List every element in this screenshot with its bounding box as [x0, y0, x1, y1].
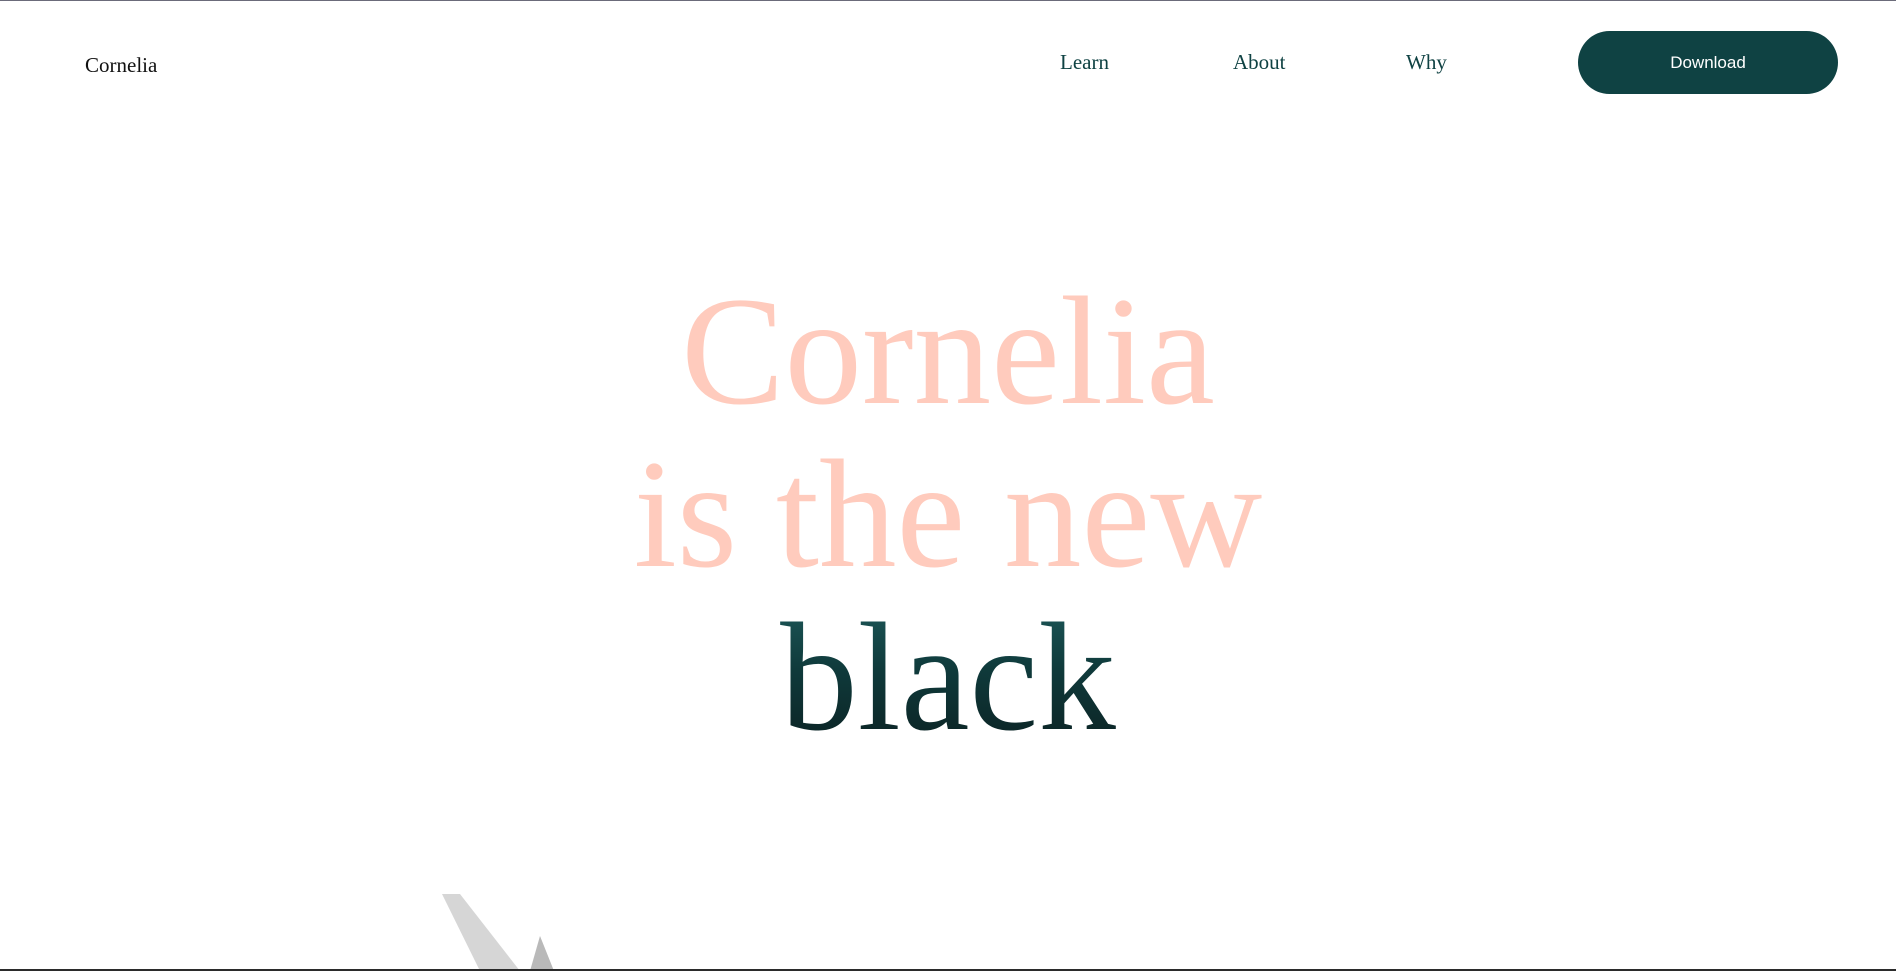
hero-line-brand: Cornelia	[681, 265, 1215, 437]
nav-link-learn[interactable]: Learn	[1060, 50, 1109, 75]
nav-link-about[interactable]: About	[1233, 50, 1286, 75]
hero-line-accent: black	[780, 591, 1116, 763]
hero-line-middle: is the new	[633, 428, 1263, 600]
download-button[interactable]: Download	[1578, 31, 1838, 94]
nav-link-why[interactable]: Why	[1406, 50, 1447, 75]
site-header: Cornelia Learn About Why Download	[0, 0, 1896, 120]
decorative-paper-plane	[430, 890, 610, 971]
hero-headline: Cornelia is the new black	[0, 270, 1896, 759]
